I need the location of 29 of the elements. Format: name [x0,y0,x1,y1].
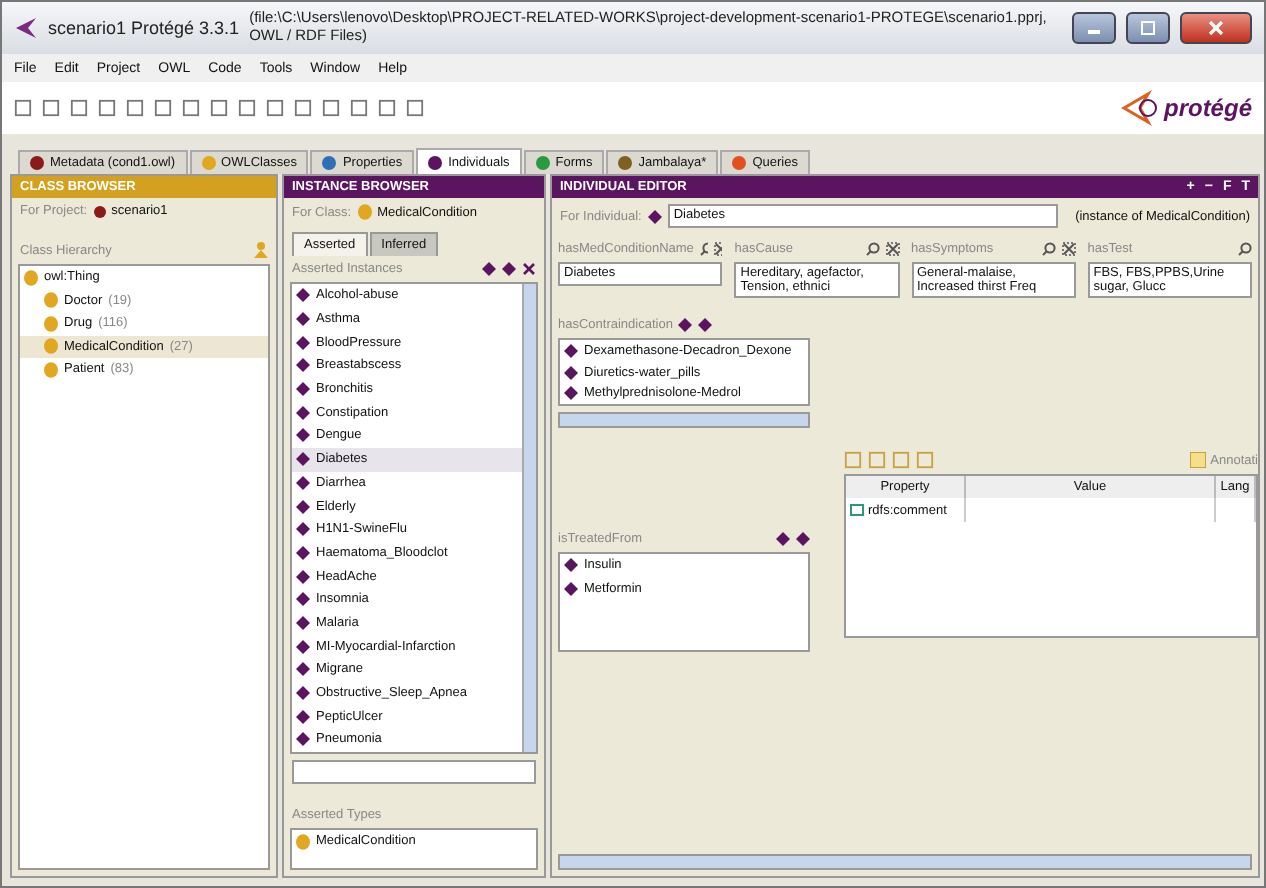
app-icon [14,16,38,40]
property-icon [850,504,864,516]
remove-icon[interactable] [1061,242,1076,256]
add-instance-icon[interactable] [482,262,496,276]
maximize-icon [1140,20,1156,36]
scrollbar[interactable] [558,854,1252,870]
search-icon[interactable] [1041,242,1056,256]
search-icon[interactable] [865,242,879,256]
window-title: scenario1 Protégé 3.3.1 [48,18,240,38]
class-icon [357,204,372,220]
remove-icon[interactable] [885,242,899,256]
instance-icon[interactable] [502,262,516,276]
diamond-icon [647,209,662,223]
search-icon[interactable] [1238,242,1252,256]
note-icon [1190,452,1207,468]
close-button[interactable] [1180,12,1252,44]
remove-icon[interactable] [714,242,723,256]
search-field[interactable] [292,760,536,784]
search-icon[interactable] [699,242,709,256]
close-icon [1208,20,1224,36]
logo-text: protégé [1163,94,1252,122]
scrollbar[interactable] [522,284,536,752]
delete-icon[interactable] [522,262,536,276]
minimize-button[interactable] [1072,12,1116,44]
class-icon [296,833,310,850]
logo-icon [1119,90,1160,126]
project-icon [93,205,106,217]
maximize-button[interactable] [1126,12,1170,44]
scrollbar[interactable] [558,412,810,428]
